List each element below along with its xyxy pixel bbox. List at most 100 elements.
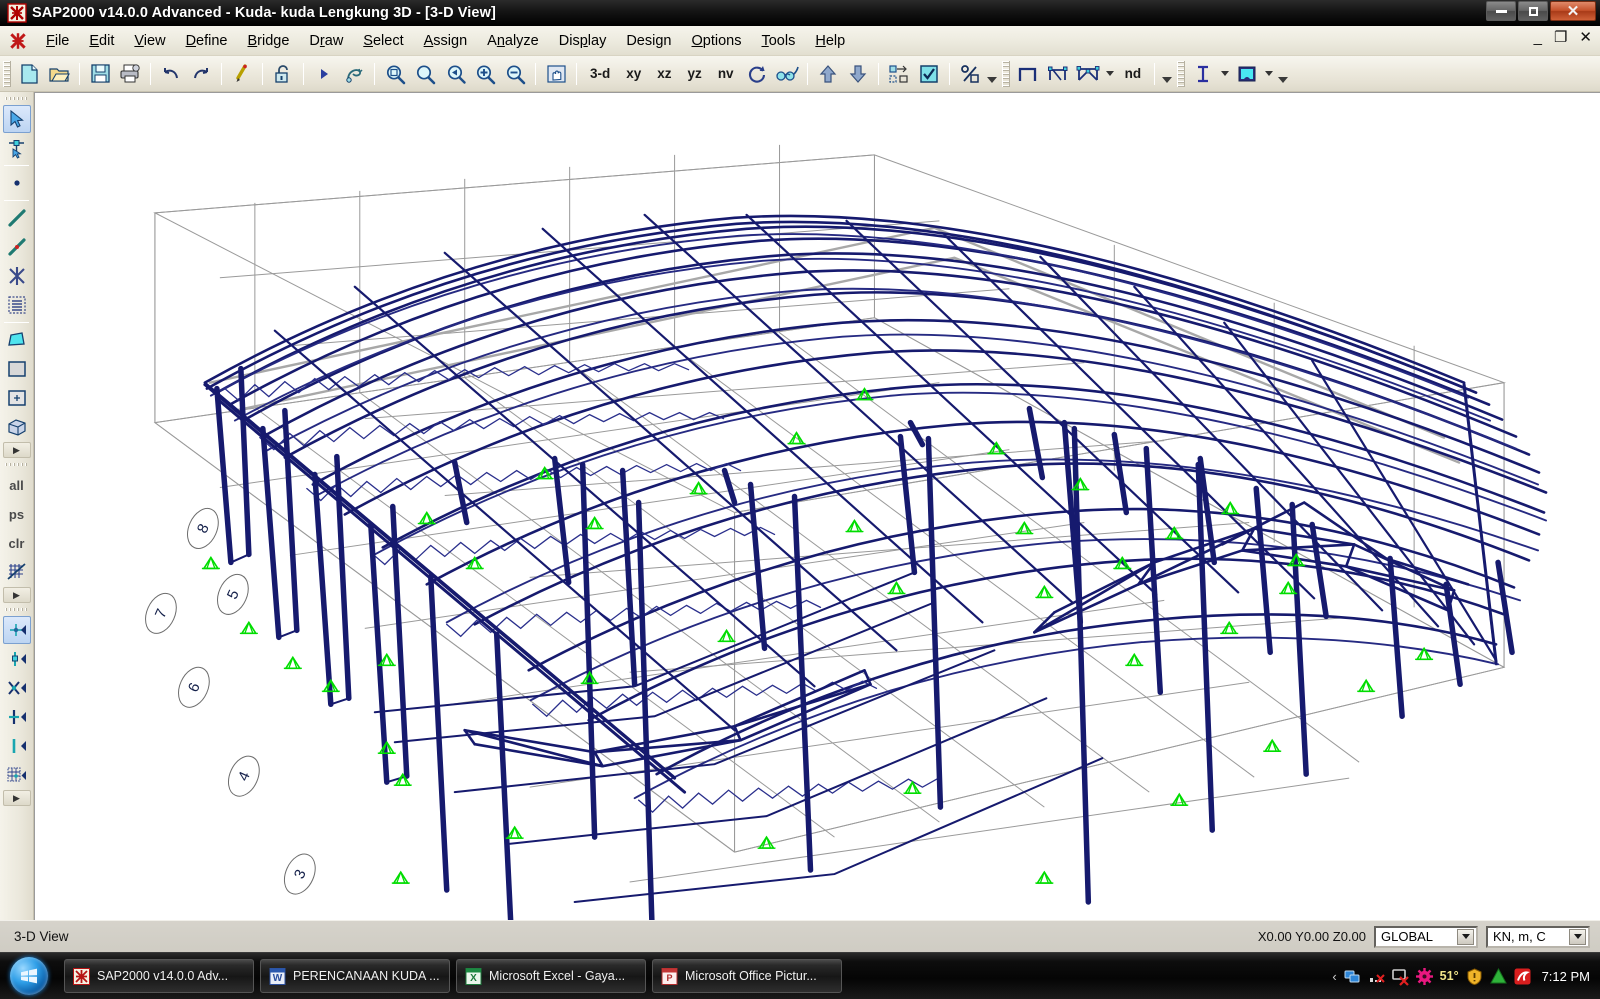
quick-draw-secondary-beam-tool[interactable] <box>3 291 31 319</box>
draw-toolbar-grip[interactable] <box>1001 60 1010 87</box>
menu-item-bridge[interactable]: Bridge <box>238 30 300 52</box>
restore-full-view-icon[interactable] <box>410 60 440 88</box>
open-file-icon[interactable] <box>44 60 74 88</box>
save-icon[interactable] <box>85 60 115 88</box>
view-nv-button[interactable]: nv <box>710 60 742 88</box>
quick-draw-area-tool[interactable] <box>3 384 31 412</box>
menu-item-edit[interactable]: Edit <box>79 30 124 52</box>
pointer-select-tool[interactable] <box>2 105 31 133</box>
toolbar-grip[interactable] <box>3 60 11 87</box>
draw-rectangular-area-tool[interactable] <box>3 355 31 383</box>
display-undeformed-shape-icon[interactable] <box>339 60 369 88</box>
settings-gear-icon[interactable] <box>1415 967 1433 985</box>
print-icon[interactable] <box>115 60 145 88</box>
show-hidden-icons-icon[interactable]: ‹ <box>1332 969 1336 984</box>
rail-grip-2[interactable] <box>5 460 28 469</box>
quick-draw-frame-tool[interactable] <box>3 233 31 261</box>
quick-draw-brace-icon[interactable] <box>1073 60 1103 88</box>
mdi-close-button[interactable]: ✕ <box>1579 30 1592 45</box>
menu-item-tools[interactable]: Tools <box>751 30 805 52</box>
temperature-indicator[interactable]: 51° <box>1440 969 1459 983</box>
toolbar-overflow-button[interactable] <box>985 60 999 88</box>
display-toolbar-grip[interactable] <box>1177 60 1186 87</box>
network-icon[interactable] <box>1344 968 1361 985</box>
set-element-display-icon[interactable] <box>884 60 914 88</box>
pan-icon[interactable] <box>541 60 571 88</box>
avira-icon[interactable] <box>1514 968 1531 985</box>
display-toolbar-overflow-button[interactable] <box>1276 60 1290 88</box>
volume-muted-icon[interactable] <box>1368 968 1385 985</box>
snap-nd-button[interactable]: nd <box>1117 60 1150 88</box>
taskbar-item-sap2000[interactable]: SAP2000 v14.0.0 Adv... <box>64 959 254 993</box>
view-xy-button[interactable]: xy <box>618 60 649 88</box>
fill-color-dropdown-arrow-icon[interactable] <box>1262 60 1276 88</box>
refresh-window-icon[interactable] <box>227 60 257 88</box>
menu-item-display[interactable]: Display <box>549 30 617 52</box>
menu-item-file[interactable]: File <box>36 30 79 52</box>
chevron-down-icon[interactable] <box>1569 928 1586 945</box>
snap-to-perpendicular-tool[interactable] <box>3 703 31 731</box>
taskbar-item-word[interactable]: W PERENCANAAN KUDA ... <box>260 959 450 993</box>
menu-item-options[interactable]: Options <box>682 30 752 52</box>
restore-previous-selection-tool[interactable]: ps <box>3 500 31 528</box>
undo-icon[interactable] <box>156 60 186 88</box>
menu-item-define[interactable]: Define <box>176 30 238 52</box>
zoom-in-one-step-icon[interactable] <box>470 60 500 88</box>
menu-item-select[interactable]: Select <box>353 30 413 52</box>
scale-percent-icon[interactable] <box>955 60 985 88</box>
restore-button[interactable] <box>1518 1 1548 21</box>
taskbar-item-picture-manager[interactable]: P Microsoft Office Pictur... <box>652 959 842 993</box>
start-button[interactable] <box>6 956 52 996</box>
rail-more-button-2[interactable]: ▶ <box>2 587 31 603</box>
menu-item-assign[interactable]: Assign <box>414 30 478 52</box>
coord-system-dropdown[interactable]: GLOBAL <box>1374 925 1478 948</box>
mdi-restore-button[interactable]: ❐ <box>1554 30 1567 45</box>
clear-selection-tool[interactable]: clr <box>3 529 31 557</box>
redo-icon[interactable] <box>186 60 216 88</box>
chevron-down-icon[interactable] <box>1457 928 1474 945</box>
menu-item-analyze[interactable]: Analyze <box>477 30 549 52</box>
draw-special-joint-tool[interactable] <box>3 169 31 197</box>
draw-frame-icon[interactable] <box>1013 60 1043 88</box>
display-disconnected-icon[interactable] <box>1391 968 1409 986</box>
snap-to-line-end-tool[interactable] <box>3 732 31 760</box>
select-all-tool[interactable]: all <box>3 471 31 499</box>
snap-to-intersection-tool[interactable] <box>3 674 31 702</box>
menu-item-view[interactable]: View <box>124 30 175 52</box>
mdi-minimize-button[interactable]: _ <box>1534 30 1542 45</box>
text-display-icon[interactable] <box>1188 60 1218 88</box>
structural-model-3d-view[interactable]: 8 7 6 5 4 3 <box>35 93 1600 920</box>
show-undeformed-shape-icon[interactable] <box>914 60 944 88</box>
zoom-out-one-step-icon[interactable] <box>500 60 530 88</box>
draw-frame-cable-tool[interactable] <box>3 204 31 232</box>
draw-poly-area-tool[interactable] <box>3 326 31 354</box>
view-yz-button[interactable]: yz <box>680 60 710 88</box>
green-triangle-icon[interactable] <box>1489 967 1507 985</box>
previous-zoom-icon[interactable] <box>440 60 470 88</box>
taskbar-clock[interactable]: 7:12 PM <box>1538 969 1590 984</box>
lock-unlock-model-icon[interactable] <box>268 60 298 88</box>
brace-dropdown-arrow-icon[interactable] <box>1103 60 1117 88</box>
run-analysis-icon[interactable] <box>309 60 339 88</box>
snap-to-point-tool[interactable] <box>2 616 31 644</box>
minimize-button[interactable] <box>1486 1 1516 21</box>
model-view-canvas[interactable]: 8 7 6 5 4 3 <box>34 92 1600 920</box>
deselect-grid-tool[interactable] <box>3 558 31 586</box>
view-3d-button[interactable]: 3-d <box>582 60 618 88</box>
snap-to-joint-tool[interactable] <box>3 645 31 673</box>
rail-grip-3[interactable] <box>5 605 28 614</box>
rotate-3d-view-icon[interactable] <box>742 60 772 88</box>
close-button[interactable]: ✕ <box>1550 1 1596 21</box>
menu-item-help[interactable]: Help <box>805 30 855 52</box>
view-xz-button[interactable]: xz <box>649 60 679 88</box>
new-model-icon[interactable] <box>14 60 44 88</box>
rail-more-button-3[interactable]: ▶ <box>2 790 31 806</box>
draw-solid-tool[interactable] <box>3 413 31 441</box>
taskbar-item-excel[interactable]: X Microsoft Excel - Gaya... <box>456 959 646 993</box>
move-down-in-list-icon[interactable] <box>843 60 873 88</box>
object-fill-color-icon[interactable] <box>1232 60 1262 88</box>
quick-draw-brace-tool[interactable] <box>3 262 31 290</box>
reshape-object-tool[interactable] <box>3 134 31 162</box>
units-dropdown[interactable]: KN, m, C <box>1486 925 1590 948</box>
rubber-band-zoom-icon[interactable] <box>380 60 410 88</box>
